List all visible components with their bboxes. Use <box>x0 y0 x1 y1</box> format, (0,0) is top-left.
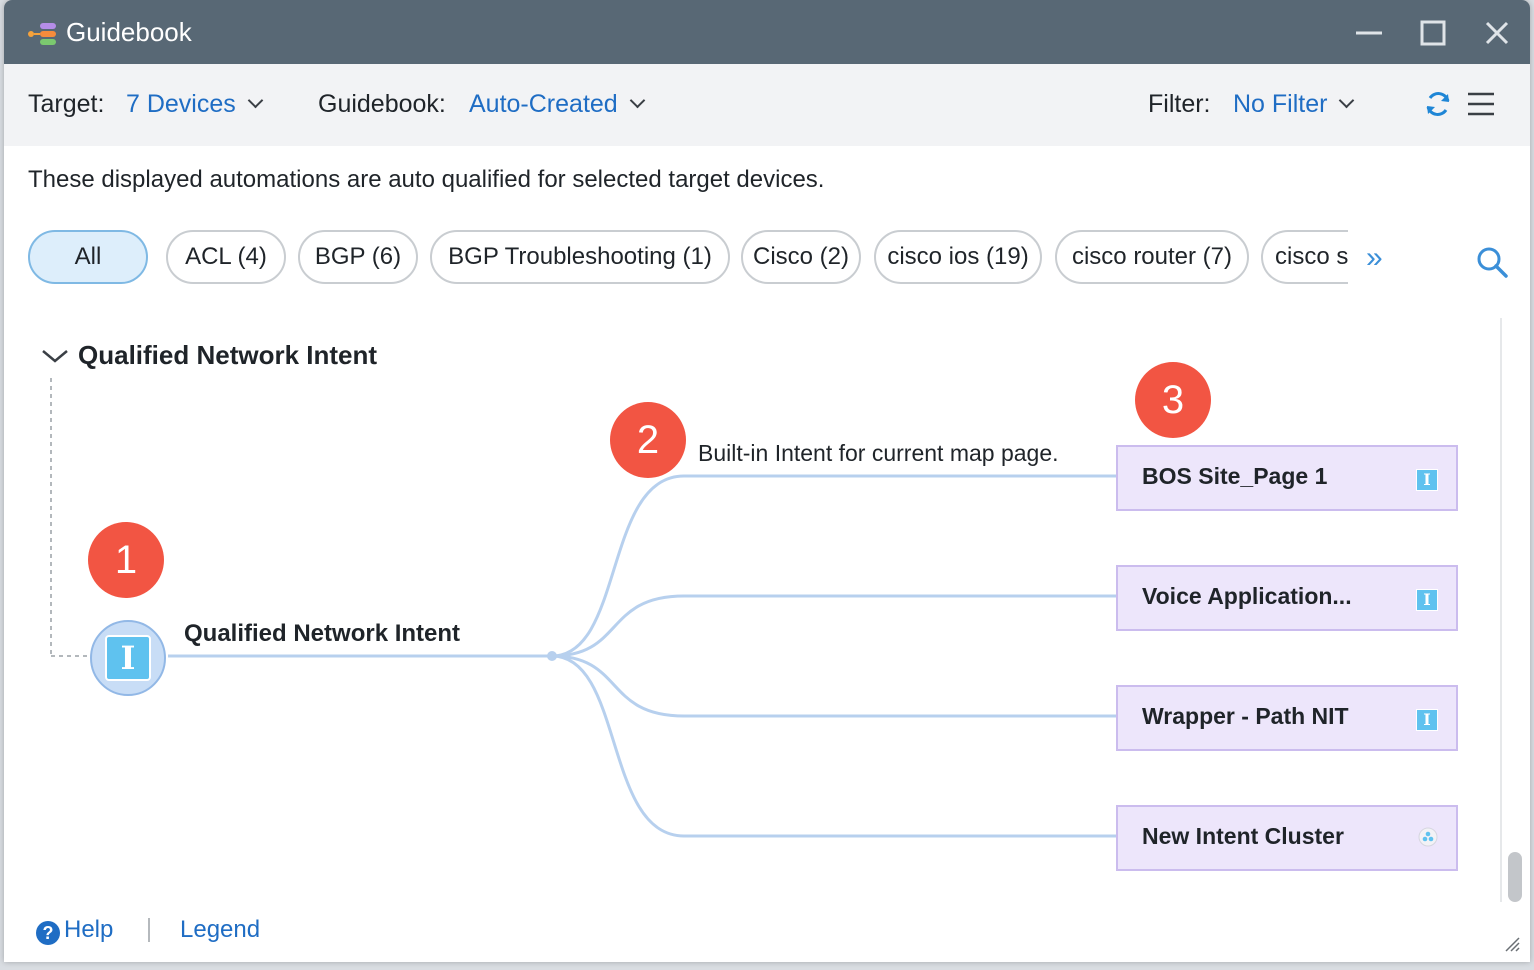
node-label: BOS Site_Page 1 <box>1142 463 1328 489</box>
node-label: Wrapper - Path NIT <box>1142 703 1349 729</box>
step-badge-2: 2 <box>610 402 686 478</box>
step-badge-1: 1 <box>88 522 164 598</box>
intent-icon: I <box>1416 589 1438 611</box>
intent-icon: I <box>1416 709 1438 731</box>
intent-icon: I <box>1416 469 1438 491</box>
scroll-track <box>1500 318 1502 902</box>
vertical-scrollbar[interactable] <box>1508 852 1522 902</box>
cluster-icon <box>1418 827 1438 847</box>
guidebook-window: Guidebook Target: 7 Devices Guidebook: A… <box>4 0 1530 962</box>
collapse-chevron-icon[interactable] <box>40 346 70 366</box>
node-label: Voice Application... <box>1142 583 1352 609</box>
footer-divider <box>148 918 150 942</box>
step-badge-3: 3 <box>1135 362 1211 438</box>
intent-node-bos-site[interactable]: BOS Site_Page 1 I <box>1116 445 1458 511</box>
intent-node-wrapper-path[interactable]: Wrapper - Path NIT I <box>1116 685 1458 751</box>
help-link[interactable]: ? Help <box>36 916 113 945</box>
root-intent-node[interactable]: I <box>90 620 166 696</box>
section-title: Qualified Network Intent <box>78 340 378 370</box>
help-icon: ? <box>36 921 60 945</box>
branch-label: Built-in Intent for current map page. <box>698 440 1059 466</box>
node-label: New Intent Cluster <box>1142 823 1344 849</box>
root-intent-label: Qualified Network Intent <box>184 620 461 647</box>
intent-node-voice-application[interactable]: Voice Application... I <box>1116 565 1458 631</box>
resize-grip-icon[interactable] <box>1504 936 1520 952</box>
legend-link[interactable]: Legend <box>180 916 260 944</box>
intent-icon: I <box>105 635 151 681</box>
intent-node-new-cluster[interactable]: New Intent Cluster <box>1116 805 1458 871</box>
